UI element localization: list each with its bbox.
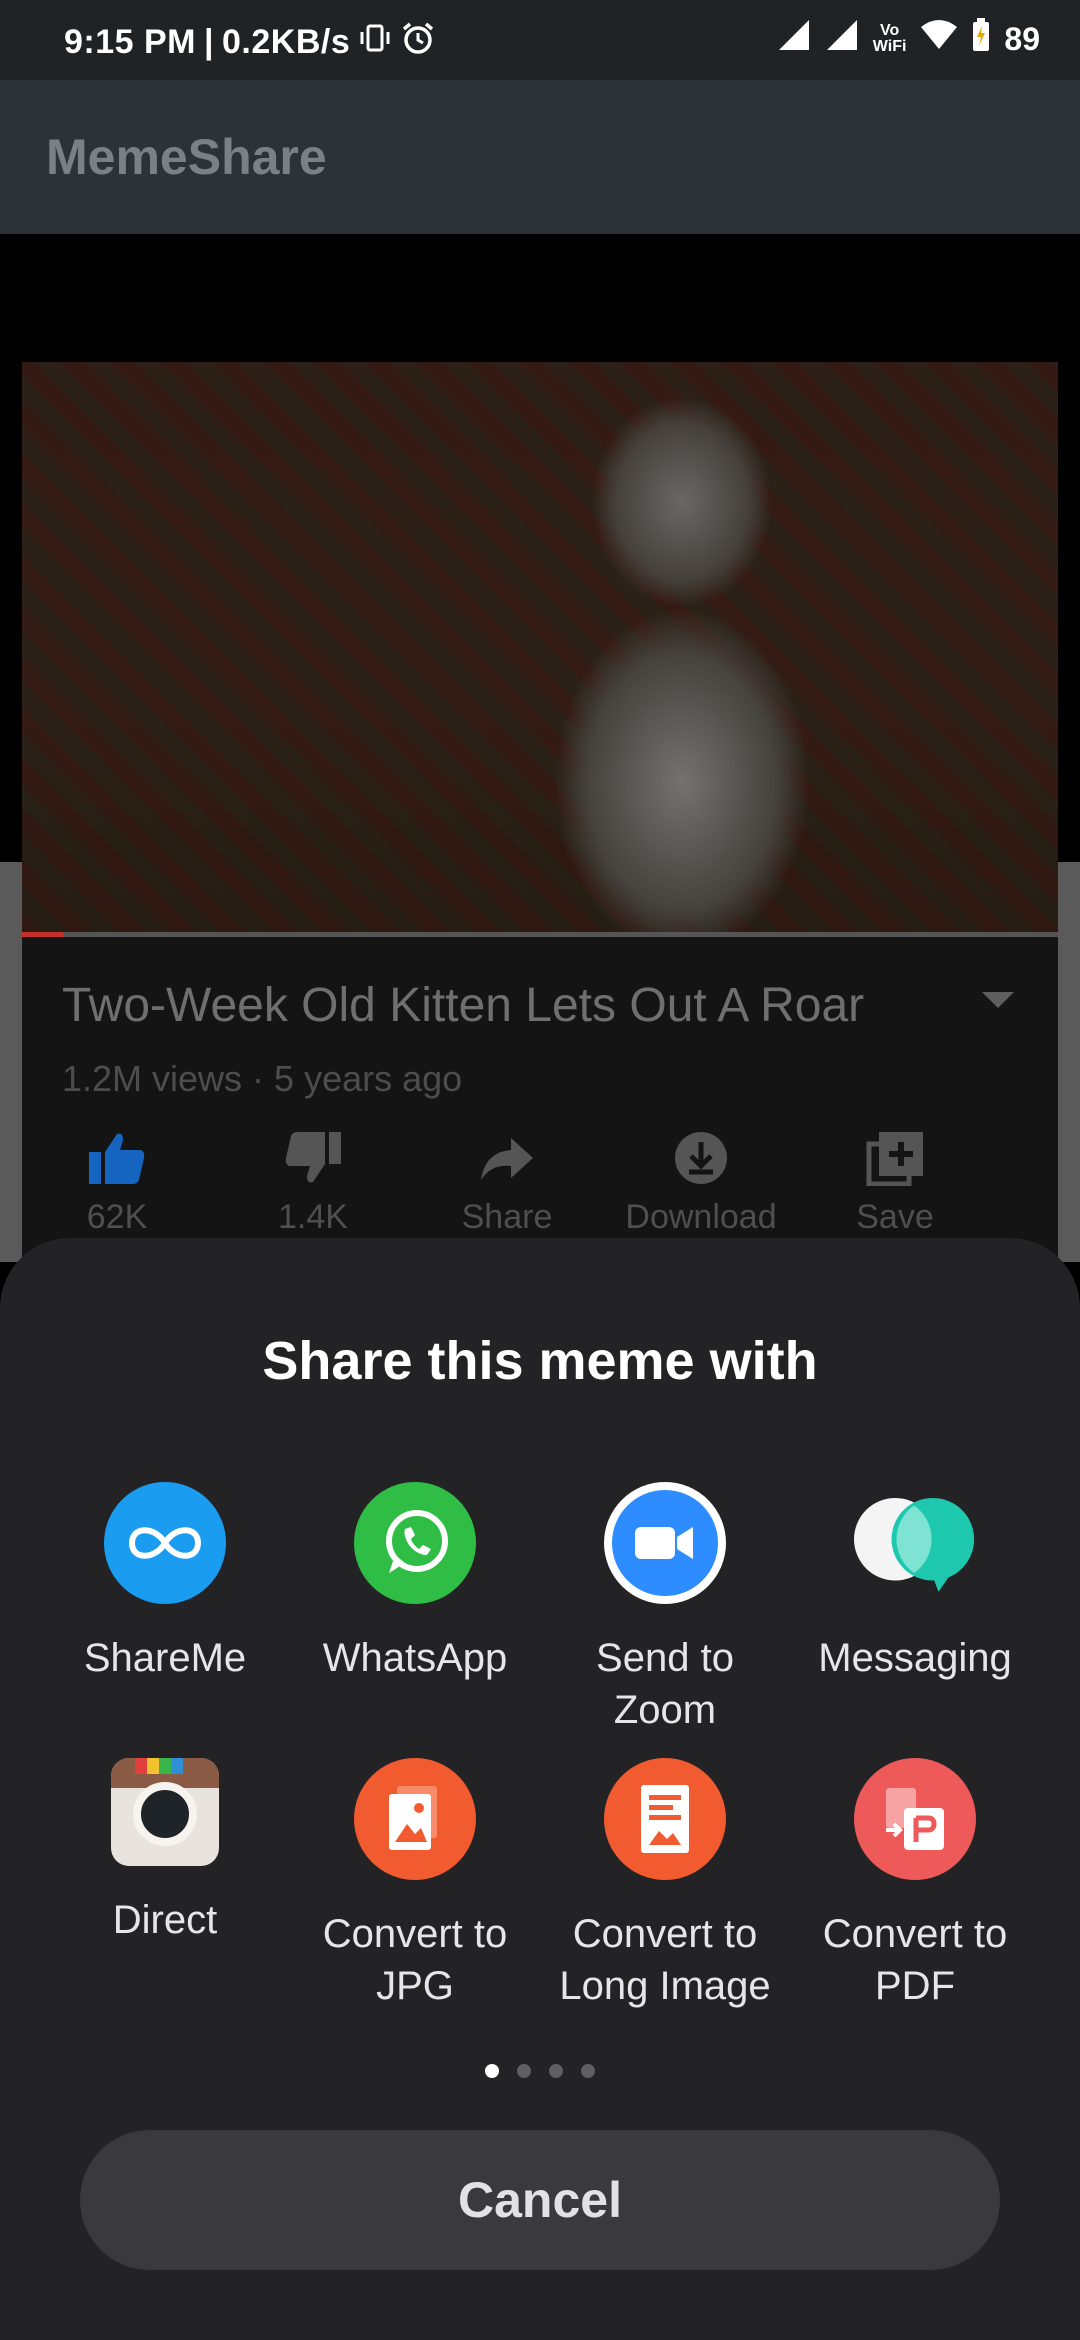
share-target-label: Convert to JPG [322, 1912, 508, 2008]
clock: 9:15 PM [64, 23, 196, 61]
thumbs-up-icon [89, 1133, 145, 1184]
thumbs-down-icon [285, 1132, 341, 1183]
convert-long-image-icon [604, 1758, 726, 1880]
share-target-messaging[interactable]: Messaging [790, 1482, 1040, 1684]
page-indicator [0, 2064, 1080, 2078]
share-target-convert-long-image[interactable]: Convert to Long Image [540, 1758, 790, 2012]
battery-icon [972, 18, 990, 60]
convert-pdf-icon [854, 1758, 976, 1880]
share-target-label: Convert to PDF [822, 1912, 1008, 2008]
share-target-label: WhatsApp [322, 1636, 508, 1680]
convert-jpg-icon [354, 1758, 476, 1880]
whatsapp-icon [354, 1482, 476, 1604]
share-target-label: Messaging [818, 1636, 1012, 1680]
network-speed: 0.2KB/s [222, 23, 351, 61]
page-dot [517, 2064, 531, 2078]
app-bar: MemeShare [0, 80, 1080, 234]
alarm-icon [400, 20, 436, 65]
messaging-icon [854, 1482, 976, 1604]
share-video-button[interactable]: Share [412, 1130, 602, 1237]
share-target-zoom[interactable]: Send to Zoom [540, 1482, 790, 1736]
video-progress-fill [22, 932, 64, 937]
share-target-label: Convert to Long Image [559, 1912, 771, 2008]
share-target-shareme[interactable]: ShareMe [40, 1482, 290, 1684]
share-target-convert-pdf[interactable]: Convert to PDF [790, 1758, 1040, 2012]
thumbnail-dim [22, 362, 1058, 936]
share-target-label: Send to Zoom [596, 1636, 734, 1732]
dislike-count: 1.4K [278, 1198, 348, 1236]
signal-icon-2 [825, 18, 859, 60]
share-target-whatsapp[interactable]: WhatsApp [290, 1482, 540, 1684]
video-title: Two-Week Old Kitten Lets Out A Roar [62, 979, 865, 1032]
share-sheet: Share this meme with ShareMe WhatsApp Se… [0, 1238, 1080, 2340]
download-icon [675, 1132, 727, 1184]
video-progress-bar[interactable] [22, 932, 1058, 937]
vibrate-icon [358, 21, 392, 64]
like-button[interactable]: 62K [22, 1130, 212, 1237]
video-actions: 62K 1.4K Share Download Save [22, 1130, 1058, 1240]
page-dot [485, 2064, 499, 2078]
vowifi-icon: Vo WiFi [872, 22, 907, 55]
status-left: 9:15 PM | 0.2KB/s [64, 20, 436, 65]
share-arrow-icon [481, 1138, 533, 1180]
status-divider: | [204, 23, 215, 61]
shareme-icon [104, 1482, 226, 1604]
share-target-direct[interactable]: Direct [40, 1758, 290, 1946]
download-label: Download [625, 1198, 777, 1236]
expand-description-icon[interactable] [982, 992, 1014, 1008]
battery-level: 89 [1004, 20, 1040, 57]
share-video-label: Share [461, 1198, 553, 1236]
share-target-label: ShareMe [83, 1636, 247, 1680]
add-to-playlist-icon [866, 1132, 923, 1186]
cancel-button[interactable]: Cancel [80, 2130, 1000, 2270]
zoom-icon [604, 1482, 726, 1604]
screen: 9:15 PM | 0.2KB/s Vo WiFi 89 MemeShare T… [0, 0, 1080, 2340]
video-meta: 1.2M views · 5 years ago [62, 1058, 463, 1099]
save-label: Save [856, 1198, 934, 1236]
video-thumbnail[interactable] [22, 362, 1058, 936]
dislike-button[interactable]: 1.4K [218, 1130, 408, 1237]
share-target-convert-jpg[interactable]: Convert to JPG [290, 1758, 540, 2012]
app-title: MemeShare [46, 129, 327, 185]
like-count: 62K [86, 1198, 148, 1236]
download-button[interactable]: Download [606, 1130, 796, 1237]
instagram-direct-icon [111, 1758, 219, 1866]
signal-icon-1 [777, 18, 811, 60]
status-right: Vo WiFi 89 [777, 18, 1040, 60]
status-bar: 9:15 PM | 0.2KB/s Vo WiFi 89 [0, 0, 1080, 80]
share-sheet-title: Share this meme with [262, 1331, 818, 1391]
page-dot [549, 2064, 563, 2078]
save-button[interactable]: Save [800, 1130, 990, 1237]
wifi-icon [920, 19, 958, 59]
page-dot [581, 2064, 595, 2078]
share-target-label: Direct [112, 1898, 218, 1942]
